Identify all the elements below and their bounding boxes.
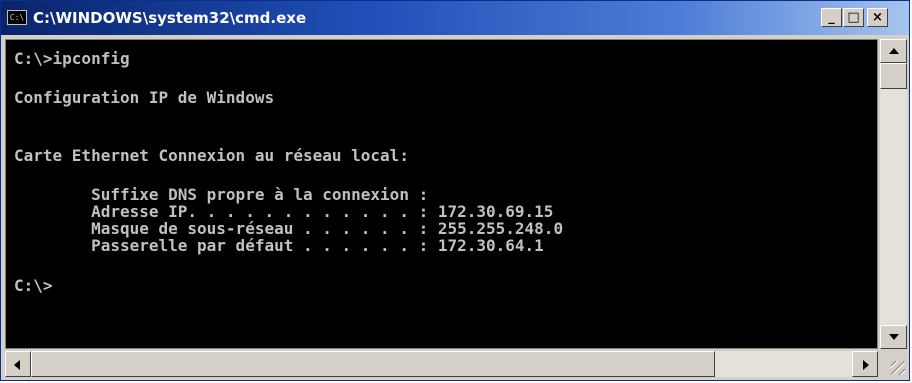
vertical-scroll-thumb[interactable] xyxy=(880,63,907,89)
console-line-command: C:\>ipconfig xyxy=(14,49,130,68)
window-title: C:\WINDOWS\system32\cmd.exe xyxy=(33,9,307,27)
arrow-up-icon xyxy=(889,48,899,54)
console-line-gateway: Passerelle par défaut . . . . . . : 172.… xyxy=(14,236,544,255)
scroll-up-button[interactable] xyxy=(880,39,907,63)
cmd-window: C:\ C:\WINDOWS\system32\cmd.exe _ □ × C:… xyxy=(0,0,910,381)
cmd-icon[interactable]: C:\ xyxy=(7,10,27,25)
close-button[interactable]: × xyxy=(867,8,888,27)
resize-grip[interactable] xyxy=(880,351,907,377)
title-bar[interactable]: C:\ C:\WINDOWS\system32\cmd.exe _ □ × xyxy=(1,1,909,35)
horizontal-scrollbar[interactable] xyxy=(5,351,878,377)
console-line-adapter: Carte Ethernet Connexion au réseau local… xyxy=(14,146,409,165)
arrow-right-icon xyxy=(863,360,869,370)
horizontal-scroll-thumb[interactable] xyxy=(31,351,715,377)
scroll-right-button[interactable] xyxy=(852,351,878,377)
arrow-down-icon xyxy=(889,334,899,340)
resize-grip-icon xyxy=(891,361,905,375)
console-output[interactable]: C:\>ipconfig Configuration IP de Windows… xyxy=(5,39,878,349)
arrow-left-icon xyxy=(14,360,20,370)
maximize-button[interactable]: □ xyxy=(843,8,864,27)
console-line-prompt: C:\> xyxy=(14,276,53,295)
vertical-scrollbar[interactable] xyxy=(880,39,907,349)
scroll-down-button[interactable] xyxy=(880,325,907,349)
minimize-button[interactable]: _ xyxy=(821,8,842,27)
console-line-heading: Configuration IP de Windows xyxy=(14,88,275,107)
scroll-left-button[interactable] xyxy=(5,351,31,377)
